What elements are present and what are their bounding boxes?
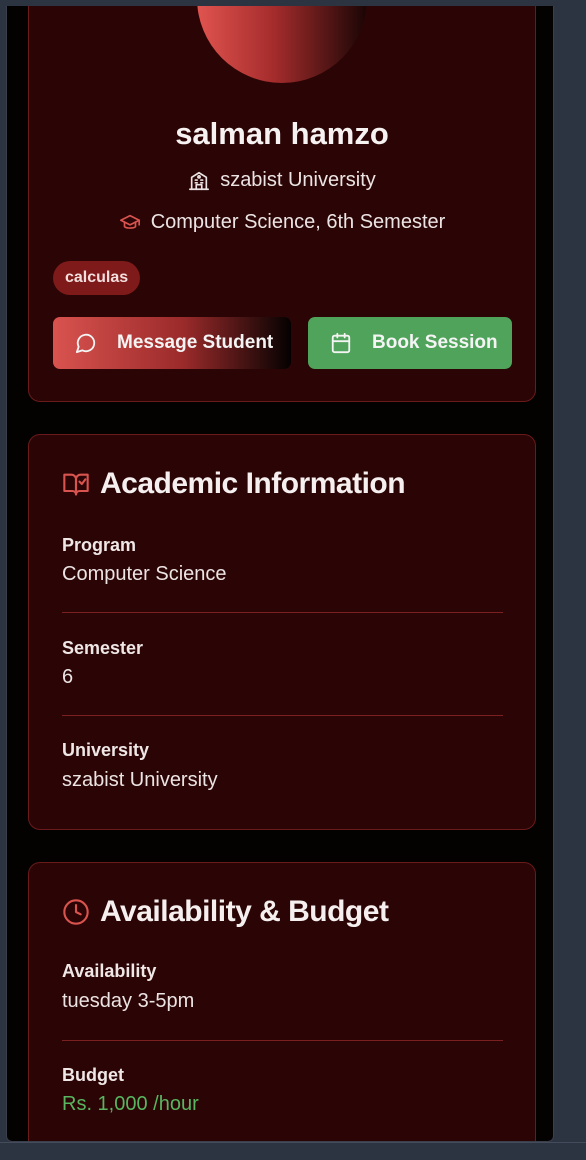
program-semester-text: Computer Science, 6th Semester	[150, 211, 446, 233]
profile-card: SH salman hamzo szabist University Compu…	[28, 6, 536, 402]
book-session-label: Book Session	[372, 332, 498, 353]
program-line: Computer Science, 6th Semester	[29, 211, 535, 234]
availability-budget-heading: Availability & Budget	[62, 895, 389, 929]
budget-label: Budget	[62, 1065, 124, 1085]
clock-icon	[62, 898, 90, 926]
divider	[62, 715, 503, 716]
book-check-icon	[62, 470, 90, 498]
program-value: Computer Science	[62, 563, 227, 585]
university-value: szabist University	[62, 769, 218, 791]
message-student-button[interactable]: Message Student	[53, 317, 291, 369]
subject-tag: calculas	[53, 261, 141, 295]
message-student-label: Message Student	[117, 332, 274, 353]
message-icon	[75, 332, 97, 354]
availability-budget-title: Availability & Budget	[100, 895, 389, 928]
divider	[62, 1040, 503, 1041]
divider	[62, 612, 503, 613]
budget-value: Rs. 1,000 /hour	[62, 1093, 199, 1115]
academic-info-title: Academic Information	[100, 467, 406, 500]
page-frame: SH salman hamzo szabist University Compu…	[6, 6, 554, 1142]
availability-budget-card: Availability & Budget Availability tuesd…	[28, 862, 536, 1141]
availability-label: Availability	[62, 961, 157, 981]
avatar: SH	[197, 6, 367, 83]
university-label: University	[62, 740, 150, 760]
university-icon	[188, 170, 210, 192]
academic-info-heading: Academic Information	[62, 467, 406, 501]
availability-value: tuesday 3-5pm	[62, 990, 195, 1012]
program-label: Program	[62, 535, 137, 555]
calendar-icon	[330, 332, 352, 354]
semester-value: 6	[62, 666, 74, 688]
book-session-button[interactable]: Book Session	[308, 317, 512, 369]
student-name: salman hamzo	[175, 116, 389, 151]
graduation-cap-icon	[119, 212, 141, 234]
academic-info-card: Academic Information Program Computer Sc…	[28, 434, 536, 830]
university-name: szabist University	[220, 169, 376, 191]
university-line: szabist University	[29, 169, 535, 192]
semester-label: Semester	[62, 638, 144, 658]
bottom-bar	[0, 1142, 586, 1160]
